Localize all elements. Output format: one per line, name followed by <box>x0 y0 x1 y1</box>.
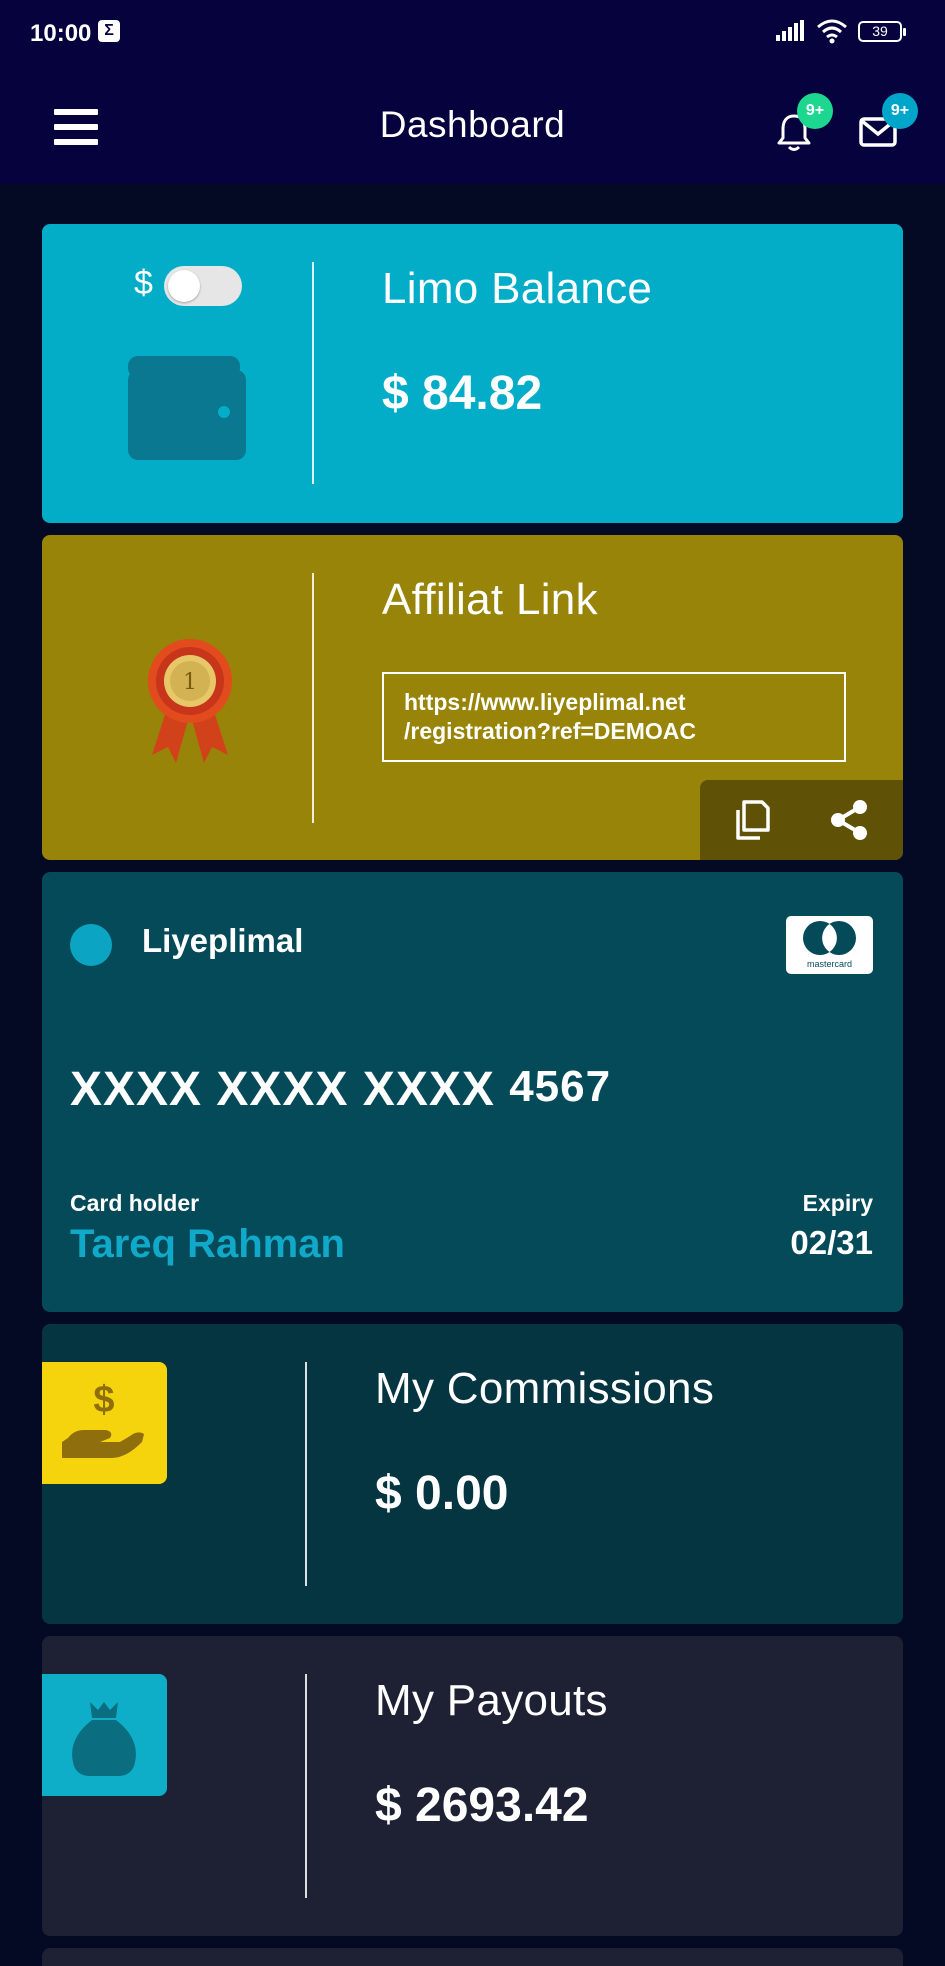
my-payouts-card[interactable]: My Payouts $ 2693.42 <box>42 1636 903 1936</box>
my-commissions-card[interactable]: $ My Commissions $ 0.00 <box>42 1324 903 1624</box>
card-brand-dot <box>70 924 112 966</box>
currency-symbol: $ <box>134 264 153 302</box>
next-card-partial <box>42 1948 903 1966</box>
payouts-amount: $ 2693.42 <box>375 1779 589 1832</box>
battery-indicator: 39 <box>858 21 906 42</box>
card-brand-name: Liyeplimal <box>142 922 304 959</box>
mastercard-logo-icon: mastercard <box>786 916 873 974</box>
card-holder-label: Card holder <box>70 1190 200 1216</box>
balance-amount: $ 84.82 <box>382 367 543 420</box>
mastercard-label: mastercard <box>806 959 852 969</box>
affiliate-title: Affiliat Link <box>382 575 598 624</box>
status-bar: 10:00 Σ 39 <box>0 0 945 66</box>
status-time: 10:00 <box>30 20 92 47</box>
virtual-credit-card[interactable]: Liyeplimal mastercard XXXX XXXX XXXX 456… <box>42 872 903 1312</box>
balance-title: Limo Balance <box>382 264 653 313</box>
affiliate-link-line2: /registration?ref=DEMOAC <box>404 718 697 744</box>
card-holder-name: Tareq Rahman <box>70 1222 345 1266</box>
card-number-last4: 4567 <box>509 1062 612 1111</box>
toggle-knob <box>168 270 200 302</box>
divider <box>312 573 314 823</box>
share-icon[interactable] <box>830 800 868 840</box>
limo-balance-card[interactable]: $ Limo Balance $ 84.82 <box>42 224 903 523</box>
affiliate-link-line1: https://www.liyeplimal.net <box>404 689 686 715</box>
divider <box>305 1362 307 1586</box>
divider <box>305 1674 307 1898</box>
cellular-signal-icon <box>776 20 804 41</box>
card-expiry-label: Expiry <box>802 1190 873 1216</box>
card-number: XXXX XXXX XXXX 4567 <box>70 1062 611 1117</box>
affiliate-link-field[interactable]: https://www.liyeplimal.net /registration… <box>382 672 846 762</box>
wallet-icon <box>128 356 246 460</box>
affiliate-link-card: 1 Affiliat Link https://www.liyeplimal.n… <box>42 535 903 860</box>
currency-toggle[interactable] <box>164 266 242 306</box>
message-count-badge: 9+ <box>882 93 918 129</box>
commissions-title: My Commissions <box>375 1364 715 1413</box>
money-bag-icon <box>72 1702 136 1776</box>
copy-icon[interactable] <box>734 800 770 840</box>
svg-text:$: $ <box>93 1379 114 1421</box>
payouts-title: My Payouts <box>375 1676 608 1725</box>
card-expiry-value: 02/31 <box>790 1224 873 1261</box>
link-action-bar <box>700 780 903 860</box>
hand-dollar-icon: $ <box>62 1379 144 1458</box>
notification-app-icon: Σ <box>98 20 120 42</box>
commission-icon-tile: $ <box>42 1362 167 1484</box>
card-number-masked: XXXX XXXX XXXX <box>70 1063 495 1116</box>
commissions-amount: $ 0.00 <box>375 1467 509 1520</box>
divider <box>312 262 314 484</box>
payout-icon-tile <box>42 1674 167 1796</box>
award-ribbon-icon: 1 <box>148 639 232 763</box>
notification-count-badge: 9+ <box>797 93 833 129</box>
app-bar: Dashboard 9+ 9+ <box>0 66 945 184</box>
wifi-icon <box>817 19 847 44</box>
svg-text:1: 1 <box>183 670 197 695</box>
